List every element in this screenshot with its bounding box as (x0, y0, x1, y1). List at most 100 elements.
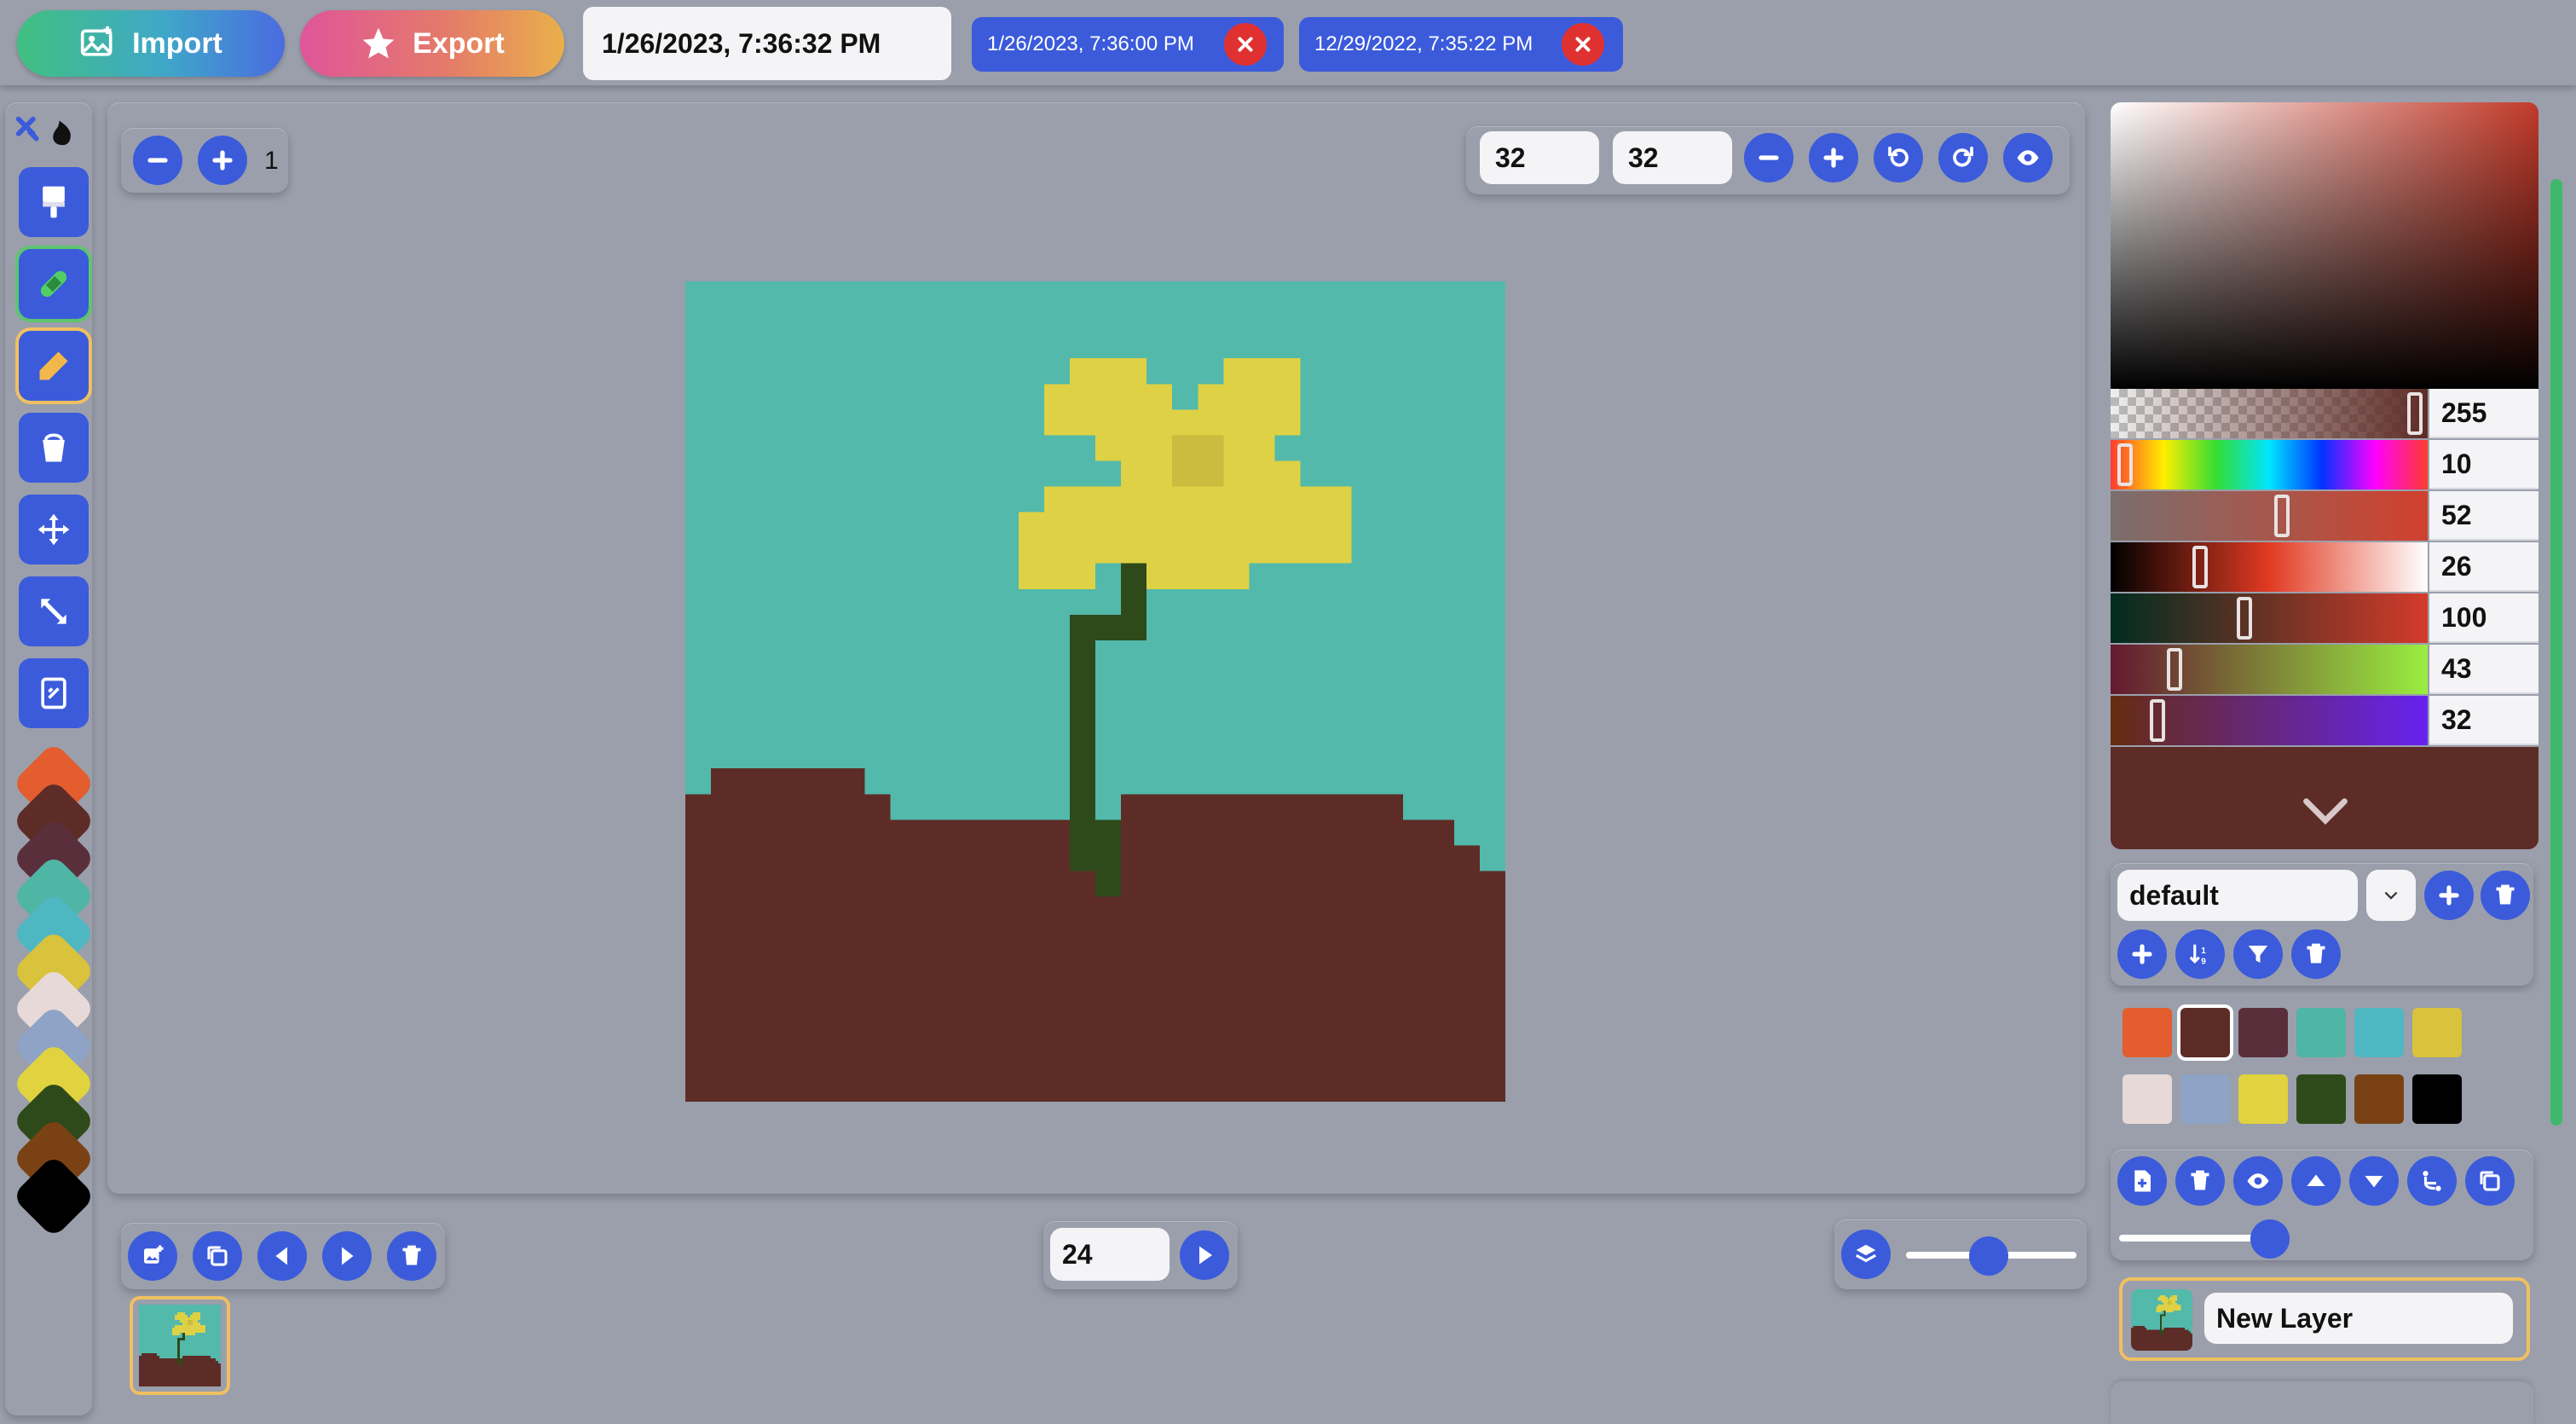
hue-slider[interactable] (2111, 440, 2428, 489)
palette-color-5[interactable] (2354, 1008, 2404, 1057)
green-value[interactable]: 43 (2429, 645, 2538, 694)
duplicate-frame-button[interactable] (193, 1231, 242, 1281)
onion-opacity-thumb[interactable] (1969, 1236, 2008, 1276)
saturation-lightness-area[interactable] (2111, 102, 2538, 389)
undo-button[interactable] (1874, 133, 1923, 182)
delete-layer-button[interactable] (2175, 1156, 2225, 1206)
pixel-block (2171, 1294, 2177, 1297)
fps-input[interactable]: 24 (1050, 1228, 1170, 1281)
blue-value[interactable]: 32 (2429, 696, 2538, 745)
zoom-out-button[interactable] (133, 136, 182, 185)
add-layer-button[interactable] (2117, 1156, 2167, 1206)
palette-select[interactable] (2366, 870, 2416, 921)
add-color-button[interactable] (2117, 929, 2167, 979)
alpha-handle[interactable] (2407, 392, 2423, 435)
pixel-block (182, 1333, 185, 1335)
copy-icon (2480, 1171, 2500, 1191)
pixel-block (1069, 819, 1122, 846)
close-save-1-button[interactable] (1224, 23, 1267, 66)
red-value[interactable]: 100 (2429, 593, 2538, 643)
palette-color-9[interactable] (2238, 1074, 2288, 1124)
play-button[interactable] (1180, 1230, 1229, 1280)
filter-icon (2248, 946, 2268, 963)
brush-tool[interactable] (19, 167, 89, 237)
zoom-in-button[interactable] (198, 136, 247, 185)
clear-colors-button[interactable] (2291, 929, 2341, 979)
redo-button[interactable] (1938, 133, 1988, 182)
sort-colors-button[interactable]: 19 (2175, 929, 2225, 979)
palette-color-4[interactable] (2296, 1008, 2346, 1057)
palette-color-1[interactable] (2123, 1008, 2172, 1057)
toggle-layer-visibility-button[interactable] (2233, 1156, 2283, 1206)
duplicate-layer-button[interactable] (2465, 1156, 2515, 1206)
palette-color-8[interactable] (2180, 1074, 2230, 1124)
red-slider[interactable] (2111, 593, 2428, 643)
eraser-tool[interactable] (19, 249, 89, 319)
canvas-width-input[interactable]: 32 (1480, 131, 1599, 184)
chevron-down-icon[interactable] (2302, 796, 2349, 825)
delete-frame-button[interactable] (387, 1231, 436, 1281)
layer-item[interactable]: New Layer (2119, 1277, 2530, 1361)
lightness-slider[interactable] (2111, 542, 2428, 592)
alpha-slider[interactable] (2111, 389, 2428, 438)
blue-handle[interactable] (2150, 699, 2165, 742)
add-palette-button[interactable] (2424, 871, 2474, 920)
grow-canvas-button[interactable] (1809, 133, 1858, 182)
saturation-slider[interactable] (2111, 491, 2428, 541)
import-label: Import (132, 26, 222, 60)
palette-color-2[interactable] (2180, 1008, 2230, 1057)
eye-icon (2017, 150, 2039, 165)
export-button[interactable]: Export (300, 10, 564, 77)
palette-name-input[interactable]: default (2117, 870, 2358, 921)
palette-color-10[interactable] (2296, 1074, 2346, 1124)
eyedropper-tool[interactable] (19, 331, 89, 401)
green-handle[interactable] (2167, 648, 2182, 691)
red-handle[interactable] (2237, 597, 2252, 640)
saturation-value[interactable]: 52 (2429, 491, 2538, 541)
next-frame-button[interactable] (322, 1231, 372, 1281)
saturation-handle[interactable] (2274, 495, 2290, 537)
onion-skin-button[interactable] (1841, 1230, 1891, 1279)
palette-color-12[interactable] (2412, 1074, 2462, 1124)
palette-color-11[interactable] (2354, 1074, 2404, 1124)
palette-color-7[interactable] (2123, 1074, 2172, 1124)
delete-palette-button[interactable] (2481, 871, 2530, 920)
plus-icon (2439, 885, 2459, 906)
shrink-canvas-button[interactable] (1744, 133, 1793, 182)
frame-thumbnail-image (139, 1305, 221, 1386)
right-scrollbar[interactable] (2550, 179, 2562, 1126)
pixel-block (175, 1317, 200, 1320)
alpha-value[interactable]: 255 (2429, 389, 2538, 438)
pixel-block (1146, 537, 1250, 564)
layer-name-input[interactable]: New Layer (2204, 1293, 2513, 1344)
fill-tool[interactable] (19, 413, 89, 483)
hue-handle[interactable] (2117, 443, 2133, 486)
layer-opacity-track[interactable] (2119, 1235, 2269, 1242)
close-save-2-button[interactable] (1562, 23, 1604, 66)
pixel-canvas[interactable] (685, 281, 1505, 1102)
move-tool[interactable] (19, 495, 89, 564)
preview-button[interactable] (2003, 133, 2053, 182)
previous-frame-button[interactable] (257, 1231, 307, 1281)
filter-colors-button[interactable] (2233, 929, 2283, 979)
lightness-handle[interactable] (2192, 546, 2208, 588)
palette-color-3[interactable] (2238, 1008, 2288, 1057)
merge-layer-button[interactable] (2407, 1156, 2457, 1206)
palette-name: default (2129, 879, 2219, 911)
frame-thumbnail[interactable] (130, 1296, 230, 1395)
green-slider[interactable] (2111, 645, 2428, 694)
resize-tool[interactable] (19, 576, 89, 646)
mirror-tool[interactable] (19, 658, 89, 728)
move-layer-up-button[interactable] (2291, 1156, 2341, 1206)
import-button[interactable]: Import (17, 10, 285, 77)
hue-value[interactable]: 10 (2429, 440, 2538, 489)
pixel-block (2159, 1329, 2164, 1332)
add-frame-button[interactable] (128, 1231, 177, 1281)
palette-color-6[interactable] (2412, 1008, 2462, 1057)
blue-slider[interactable] (2111, 696, 2428, 745)
canvas-height-input[interactable]: 32 (1613, 131, 1732, 184)
lightness-value[interactable]: 26 (2429, 542, 2538, 592)
pixel-block (1198, 384, 1301, 410)
layer-opacity-thumb[interactable] (2250, 1219, 2290, 1259)
move-layer-down-button[interactable] (2349, 1156, 2399, 1206)
